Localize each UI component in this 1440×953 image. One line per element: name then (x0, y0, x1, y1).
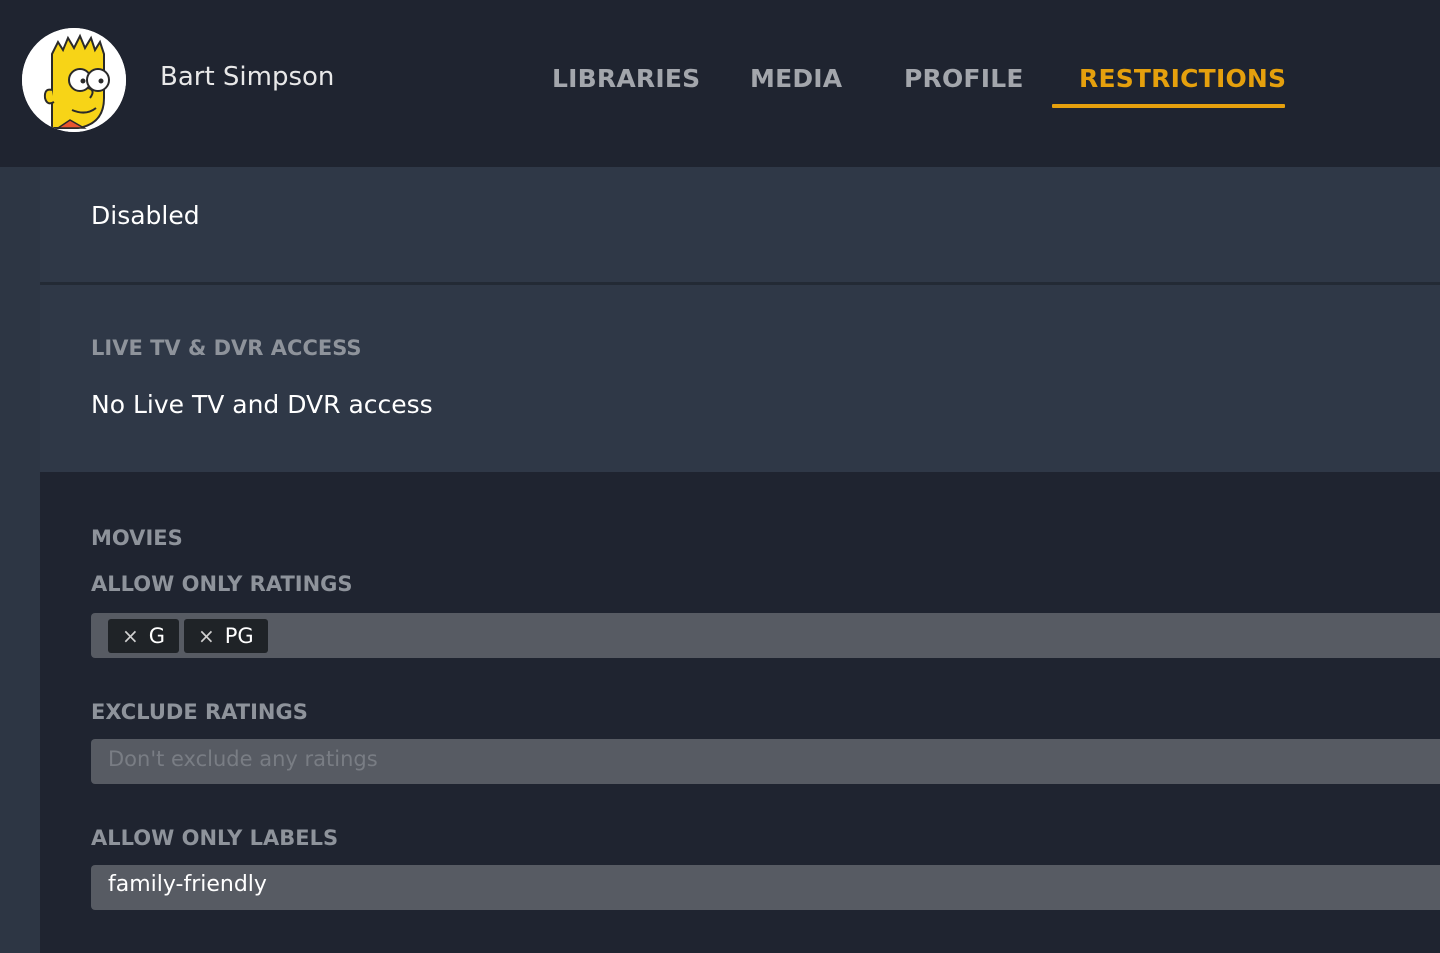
exclude-ratings-placeholder: Don't exclude any ratings (108, 747, 378, 771)
remove-chip-icon[interactable]: × (122, 624, 139, 648)
top-section-value: Disabled (91, 201, 200, 230)
rating-chip[interactable]: × PG (184, 619, 268, 653)
allow-labels-label: ALLOW ONLY LABELS (91, 826, 339, 850)
rating-chip[interactable]: × G (108, 619, 180, 653)
live-tv-panel (40, 285, 1440, 472)
tab-bar: LIBRARIES MEDIA PROFILE RESTRICTIONS (0, 0, 1440, 167)
live-tv-value[interactable]: No Live TV and DVR access (91, 390, 433, 419)
allow-labels-value: family-friendly (108, 872, 267, 897)
rating-chip-label: G (148, 624, 166, 648)
remove-chip-icon[interactable]: × (198, 624, 215, 648)
exclude-ratings-label: EXCLUDE RATINGS (91, 700, 308, 724)
active-tab-indicator (1052, 104, 1285, 108)
tab-profile[interactable]: PROFILE (904, 64, 1024, 93)
tab-restrictions[interactable]: RESTRICTIONS (1079, 64, 1286, 93)
allow-labels-field[interactable]: family-friendly (91, 865, 1440, 910)
movies-label: MOVIES (91, 526, 183, 550)
restriction-panel-top (40, 167, 1440, 284)
live-tv-label: LIVE TV & DVR ACCESS (91, 336, 362, 360)
tab-libraries[interactable]: LIBRARIES (552, 64, 700, 93)
top-header: Bart Simpson LIBRARIES MEDIA PROFILE RES… (0, 0, 1440, 167)
exclude-ratings-field[interactable]: Don't exclude any ratings (91, 739, 1440, 784)
allow-ratings-label: ALLOW ONLY RATINGS (91, 572, 353, 596)
tab-media[interactable]: MEDIA (750, 64, 842, 93)
allow-ratings-field[interactable]: × G × PG (91, 613, 1440, 658)
rating-chip-label: PG (224, 624, 254, 648)
